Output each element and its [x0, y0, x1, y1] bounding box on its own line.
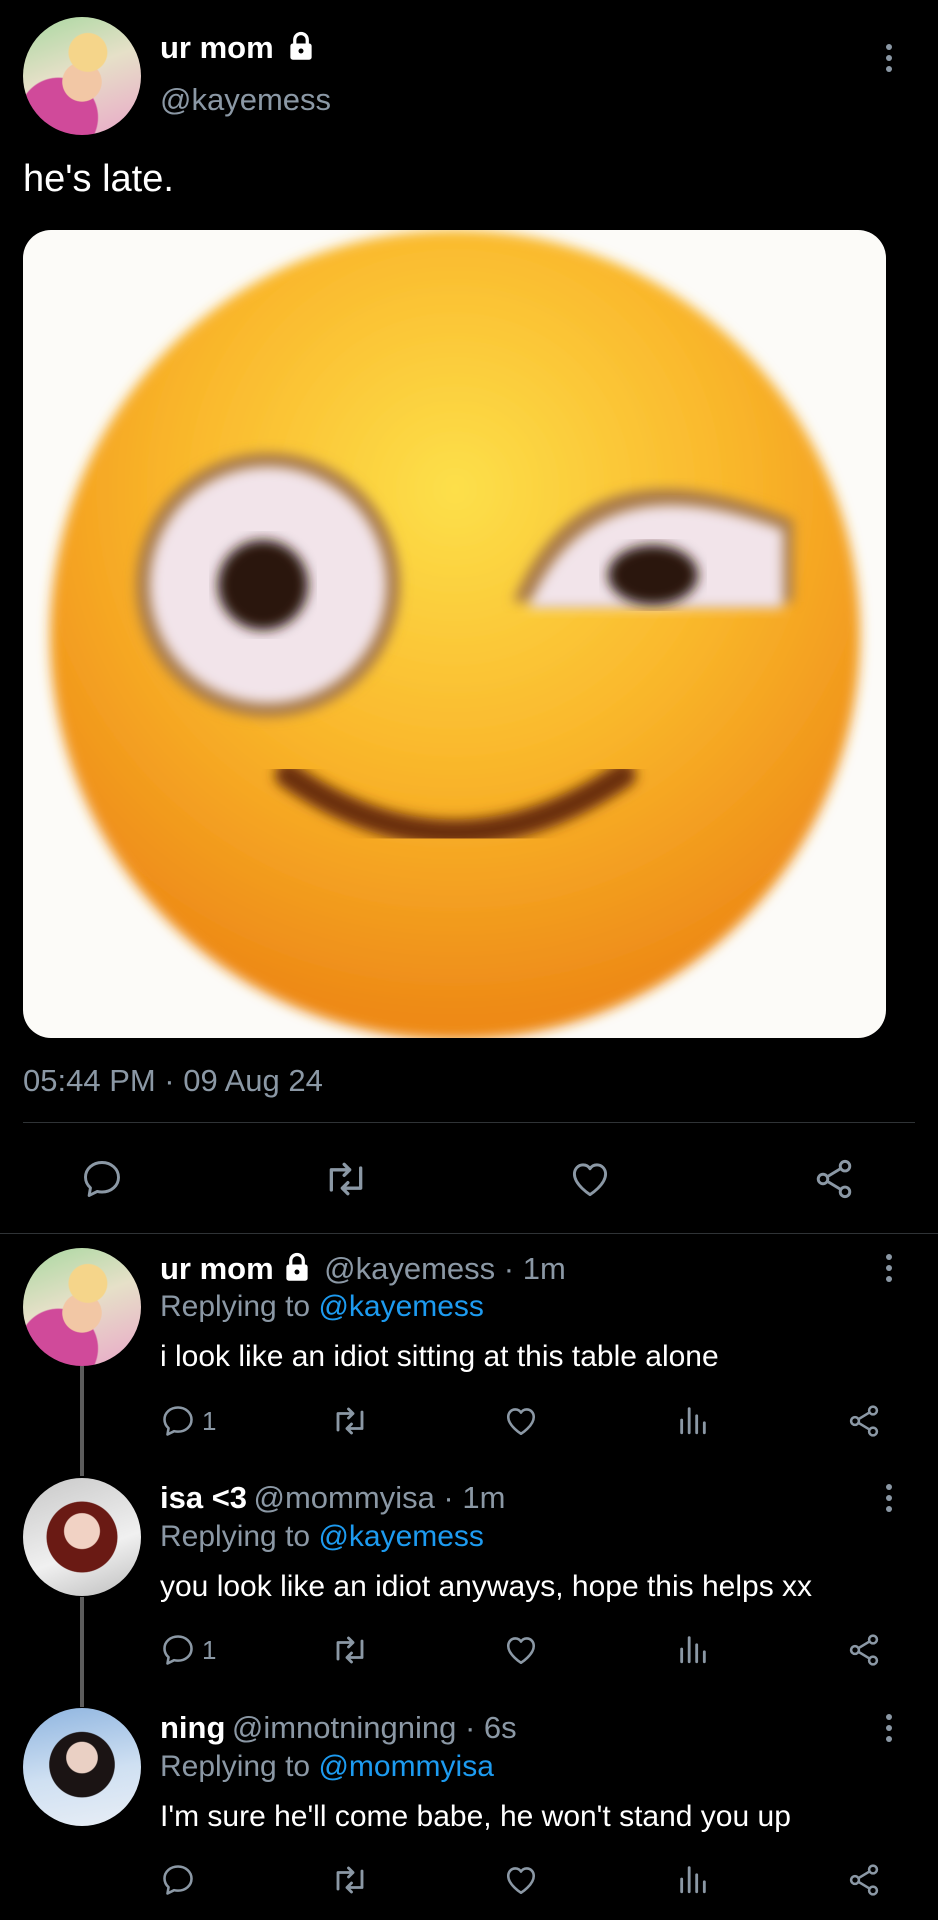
- thread-line: [80, 1597, 84, 1707]
- more-options-icon[interactable]: [885, 1484, 893, 1517]
- display-name[interactable]: isa <3: [160, 1480, 247, 1515]
- replying-to-label: Replying to: [160, 1290, 319, 1323]
- handle-and-time[interactable]: @imnotningning · 6s: [232, 1710, 517, 1745]
- display-name[interactable]: ur mom: [160, 30, 274, 65]
- heart-icon: [506, 1637, 536, 1665]
- share-button[interactable]: [846, 1632, 882, 1668]
- reply-icon: [163, 1865, 193, 1895]
- share-button[interactable]: [846, 1403, 882, 1439]
- retweet-button[interactable]: [330, 1403, 370, 1439]
- share-icon: [849, 1864, 879, 1896]
- more-options-icon[interactable]: [885, 44, 893, 77]
- bar-chart-icon: [680, 1407, 706, 1435]
- tweet-image[interactable]: [23, 230, 886, 1038]
- views-button[interactable]: [676, 1862, 710, 1896]
- like-button[interactable]: [503, 1862, 539, 1898]
- more-options-icon[interactable]: [885, 1254, 893, 1287]
- retweet-icon: [336, 1407, 364, 1435]
- avatar[interactable]: [23, 1708, 141, 1826]
- reply-button[interactable]: [160, 1862, 202, 1898]
- retweet-button[interactable]: [330, 1632, 370, 1668]
- retweet-button[interactable]: [322, 1157, 370, 1201]
- views-button[interactable]: [676, 1632, 710, 1666]
- share-icon: [849, 1405, 879, 1437]
- handle-and-time[interactable]: @kayemess · 1m: [324, 1251, 566, 1286]
- divider: [0, 1233, 938, 1234]
- lock-icon: [286, 31, 316, 66]
- reply-text: i look like an idiot sitting at this tab…: [160, 1340, 719, 1373]
- reply-button[interactable]: [80, 1157, 124, 1201]
- like-button[interactable]: [503, 1403, 539, 1439]
- tweet-header: ur mom: [160, 30, 316, 66]
- reply-header: ning @imnotningning · 6s: [160, 1710, 517, 1746]
- share-icon: [816, 1159, 852, 1199]
- reply-header: isa <3 @mommyisa · 1m: [160, 1480, 505, 1516]
- reply-icon: [163, 1635, 193, 1665]
- reply-icon: [84, 1161, 120, 1197]
- timestamp: 05:44 PM · 09 Aug 24: [23, 1063, 323, 1098]
- bar-chart-icon: [680, 1636, 706, 1664]
- reply-count: 1: [202, 1634, 217, 1665]
- like-button[interactable]: [503, 1632, 539, 1668]
- display-name[interactable]: ning: [160, 1710, 225, 1745]
- heart-icon: [572, 1163, 608, 1197]
- like-button[interactable]: [568, 1157, 612, 1201]
- heart-icon: [506, 1408, 536, 1436]
- handle[interactable]: @kayemess: [160, 82, 331, 118]
- replying-to: Replying to @kayemess: [160, 1520, 484, 1554]
- reply-icon: [163, 1406, 193, 1436]
- reply-text: you look like an idiot anyways, hope thi…: [160, 1570, 813, 1603]
- retweet-icon: [336, 1636, 364, 1664]
- mention-link[interactable]: @kayemess: [318, 1520, 484, 1553]
- mention-link[interactable]: @kayemess: [318, 1290, 484, 1323]
- display-name[interactable]: ur mom: [160, 1251, 274, 1286]
- divider: [23, 1122, 915, 1123]
- retweet-icon: [336, 1866, 364, 1894]
- handle-and-time[interactable]: @mommyisa · 1m: [254, 1480, 506, 1515]
- reply-text: I'm sure he'll come babe, he won't stand…: [160, 1800, 791, 1833]
- replying-to-label: Replying to: [160, 1750, 319, 1783]
- share-button[interactable]: [846, 1862, 882, 1898]
- tweet-text: he's late.: [23, 158, 174, 200]
- retweet-button[interactable]: [330, 1862, 370, 1898]
- more-options-icon[interactable]: [885, 1714, 893, 1747]
- avatar[interactable]: [23, 17, 141, 135]
- share-icon: [849, 1634, 879, 1666]
- heart-icon: [506, 1867, 536, 1895]
- replying-to: Replying to @kayemess: [160, 1290, 484, 1324]
- reply-count: 1: [202, 1405, 217, 1436]
- lock-icon: [282, 1252, 312, 1287]
- avatar[interactable]: [23, 1478, 141, 1596]
- mention-link[interactable]: @mommyisa: [318, 1750, 493, 1783]
- replying-to-label: Replying to: [160, 1520, 319, 1553]
- smirking-emoji-image: [50, 230, 860, 1038]
- share-button[interactable]: [812, 1157, 856, 1201]
- avatar[interactable]: [23, 1248, 141, 1366]
- thread-line: [80, 1366, 84, 1476]
- bar-chart-icon: [680, 1866, 706, 1894]
- retweet-icon: [329, 1162, 363, 1196]
- reply-button[interactable]: 1: [160, 1403, 216, 1439]
- reply-header: ur mom @kayemess · 1m: [160, 1251, 566, 1287]
- views-button[interactable]: [676, 1403, 710, 1437]
- replying-to: Replying to @mommyisa: [160, 1750, 494, 1784]
- reply-button[interactable]: 1: [160, 1632, 216, 1668]
